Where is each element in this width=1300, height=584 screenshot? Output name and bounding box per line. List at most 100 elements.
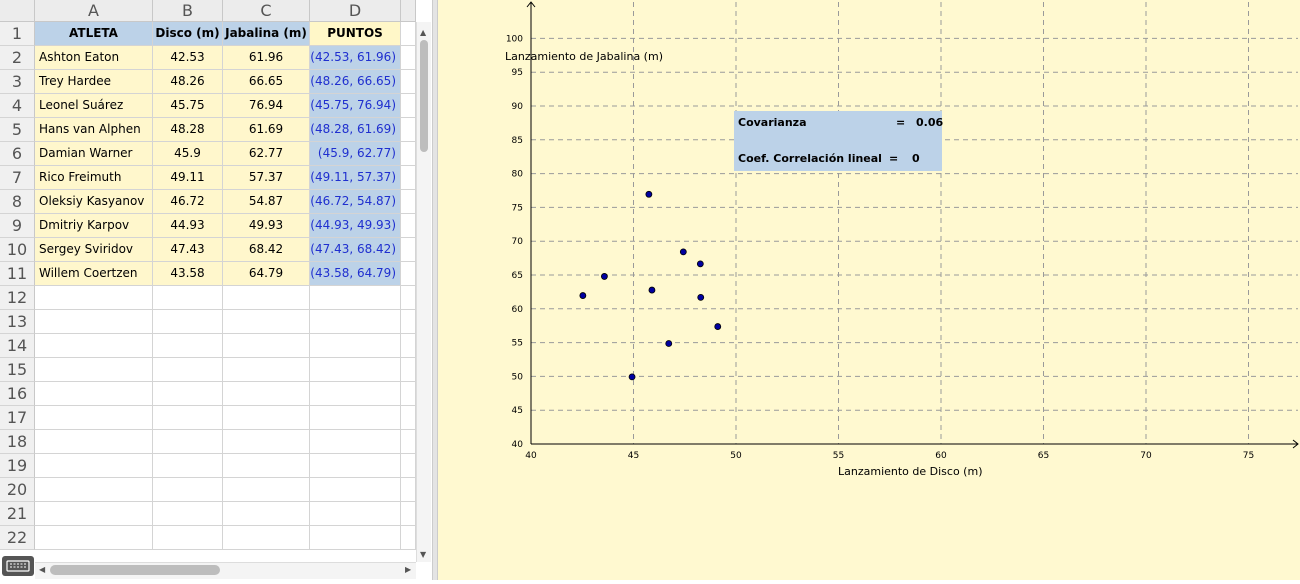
row-header[interactable]: 22 (0, 526, 35, 550)
discus-cell[interactable]: 46.72 (153, 190, 223, 214)
point-cell[interactable]: (45.75, 76.94) (310, 94, 401, 118)
table-cell[interactable] (401, 166, 416, 190)
table-cell[interactable] (401, 310, 416, 334)
athlete-cell[interactable]: Trey Hardee (35, 70, 153, 94)
column-header-empty[interactable] (401, 0, 416, 22)
row-header[interactable]: 12 (0, 286, 35, 310)
javelin-cell[interactable]: 49.93 (223, 214, 310, 238)
scroll-left-arrow-icon[interactable]: ◀ (39, 565, 45, 574)
discus-cell[interactable]: 48.26 (153, 70, 223, 94)
table-cell[interactable] (35, 358, 153, 382)
table-cell[interactable] (401, 238, 416, 262)
point-cell[interactable]: (45.9, 62.77) (310, 142, 401, 166)
table-cell[interactable] (310, 382, 401, 406)
vertical-scroll-thumb[interactable] (420, 40, 428, 152)
scroll-right-arrow-icon[interactable]: ▶ (405, 565, 411, 574)
point-cell[interactable]: (44.93, 49.93) (310, 214, 401, 238)
table-cell[interactable] (153, 478, 223, 502)
table-cell[interactable] (35, 334, 153, 358)
discus-cell[interactable]: 42.53 (153, 46, 223, 70)
row-header[interactable]: 1 (0, 22, 35, 46)
point-cell[interactable]: (47.43, 68.42) (310, 238, 401, 262)
table-cell[interactable] (153, 502, 223, 526)
table-cell[interactable] (401, 334, 416, 358)
athlete-cell[interactable]: Hans van Alphen (35, 118, 153, 142)
header-cell[interactable]: PUNTOS (310, 22, 401, 46)
table-cell[interactable] (401, 46, 416, 70)
row-header[interactable]: 11 (0, 262, 35, 286)
column-header[interactable]: A (35, 0, 153, 22)
table-cell[interactable] (35, 406, 153, 430)
row-header[interactable]: 15 (0, 358, 35, 382)
table-cell[interactable] (401, 286, 416, 310)
table-cell[interactable] (153, 358, 223, 382)
athlete-cell[interactable]: Dmitriy Karpov (35, 214, 153, 238)
table-cell[interactable] (35, 430, 153, 454)
row-header[interactable]: 20 (0, 478, 35, 502)
athlete-cell[interactable]: Damian Warner (35, 142, 153, 166)
table-cell[interactable] (401, 214, 416, 238)
table-cell[interactable] (153, 430, 223, 454)
table-cell[interactable] (223, 286, 310, 310)
athlete-cell[interactable]: Leonel Suárez (35, 94, 153, 118)
javelin-cell[interactable]: 61.69 (223, 118, 310, 142)
sheet-corner[interactable] (0, 0, 35, 22)
table-cell[interactable] (153, 310, 223, 334)
row-header[interactable]: 2 (0, 46, 35, 70)
table-cell[interactable] (35, 310, 153, 334)
column-header[interactable]: D (310, 0, 401, 22)
table-cell[interactable] (310, 454, 401, 478)
table-cell[interactable] (401, 118, 416, 142)
table-cell[interactable] (401, 142, 416, 166)
point-cell[interactable]: (48.28, 61.69) (310, 118, 401, 142)
discus-cell[interactable]: 43.58 (153, 262, 223, 286)
horizontal-scroll-thumb[interactable] (50, 565, 220, 575)
table-cell[interactable] (153, 454, 223, 478)
discus-cell[interactable]: 44.93 (153, 214, 223, 238)
javelin-cell[interactable]: 64.79 (223, 262, 310, 286)
table-cell[interactable] (310, 478, 401, 502)
row-header[interactable]: 19 (0, 454, 35, 478)
table-cell[interactable] (223, 430, 310, 454)
table-cell[interactable] (310, 334, 401, 358)
table-cell[interactable] (223, 334, 310, 358)
table-cell[interactable] (310, 310, 401, 334)
table-cell[interactable] (310, 406, 401, 430)
scroll-up-arrow-icon[interactable]: ▲ (420, 28, 426, 37)
row-header[interactable]: 18 (0, 430, 35, 454)
column-header[interactable]: C (223, 0, 310, 22)
athlete-cell[interactable]: Sergey Sviridov (35, 238, 153, 262)
table-cell[interactable] (153, 406, 223, 430)
javelin-cell[interactable]: 76.94 (223, 94, 310, 118)
discus-cell[interactable]: 47.43 (153, 238, 223, 262)
table-cell[interactable] (223, 382, 310, 406)
javelin-cell[interactable]: 66.65 (223, 70, 310, 94)
column-header[interactable]: B (153, 0, 223, 22)
table-cell[interactable] (223, 526, 310, 550)
athlete-cell[interactable]: Willem Coertzen (35, 262, 153, 286)
graphics-view[interactable]: 40 45 50 55 60 65 70 75 40 45 50 55 60 65 70 75 80 85 90 95… (438, 0, 1300, 580)
javelin-cell[interactable]: 61.96 (223, 46, 310, 70)
table-cell[interactable] (223, 406, 310, 430)
row-header[interactable]: 7 (0, 166, 35, 190)
javelin-cell[interactable]: 57.37 (223, 166, 310, 190)
table-cell[interactable] (401, 454, 416, 478)
row-header[interactable]: 21 (0, 502, 35, 526)
javelin-cell[interactable]: 54.87 (223, 190, 310, 214)
row-header[interactable]: 10 (0, 238, 35, 262)
table-cell[interactable] (401, 382, 416, 406)
table-cell[interactable] (35, 454, 153, 478)
scroll-down-arrow-icon[interactable]: ▼ (420, 550, 426, 559)
table-cell[interactable] (223, 502, 310, 526)
discus-cell[interactable]: 45.75 (153, 94, 223, 118)
table-cell[interactable] (401, 478, 416, 502)
table-cell[interactable] (153, 526, 223, 550)
table-cell[interactable] (35, 382, 153, 406)
javelin-cell[interactable]: 62.77 (223, 142, 310, 166)
table-cell[interactable] (153, 334, 223, 358)
point-cell[interactable]: (49.11, 57.37) (310, 166, 401, 190)
table-cell[interactable] (401, 22, 416, 46)
table-cell[interactable] (223, 478, 310, 502)
table-cell[interactable] (35, 286, 153, 310)
row-header[interactable]: 3 (0, 70, 35, 94)
